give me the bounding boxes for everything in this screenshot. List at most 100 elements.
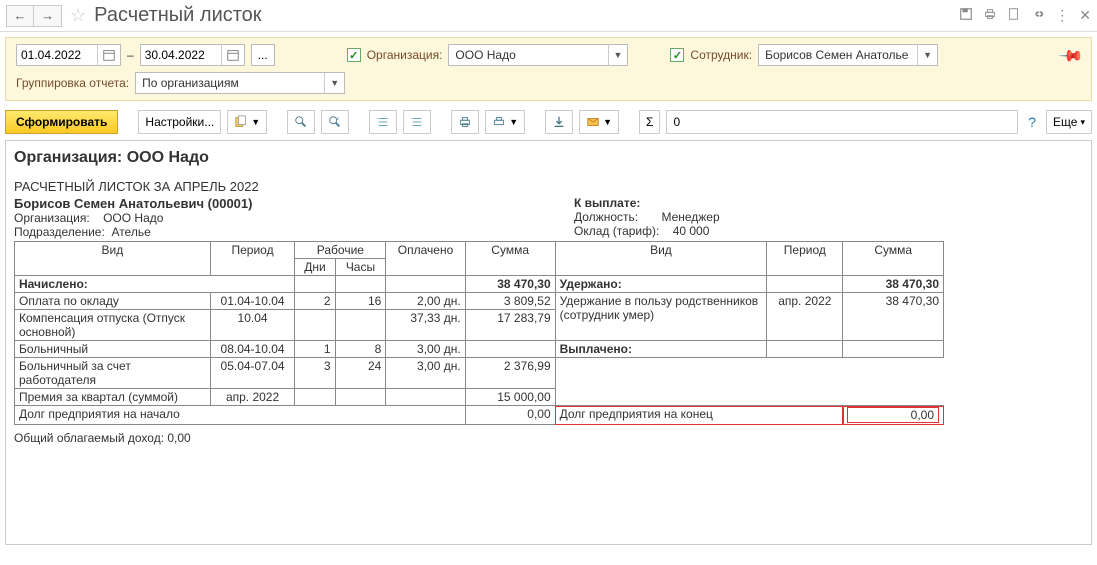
payslip-table: Вид Период Рабочие Оплачено Сумма Вид Пе… [14, 241, 944, 425]
debt-start-value: 0,00 [465, 406, 555, 425]
cell: Премия за квартал (суммой) [15, 389, 211, 406]
hdr-oplacheno: Оплачено [386, 242, 465, 276]
emp-select[interactable]: Борисов Семен Анатолье ▼ [758, 44, 938, 66]
table-header-row: Вид Период Рабочие Оплачено Сумма Вид Пе… [15, 242, 944, 259]
cell: 17 283,79 [465, 310, 555, 341]
cell: Компенсация отпуска (Отпуск основной) [15, 310, 211, 341]
variants-button[interactable]: ▼ [227, 110, 267, 134]
cell: Больничный за счет работодателя [15, 358, 211, 389]
employee-name: Борисов Семен Анатольевич (00001) [14, 196, 574, 211]
cell: 10.04 [210, 310, 295, 341]
window-title: Расчетный листок [94, 4, 261, 27]
group-select[interactable]: По организациям ▼ [135, 72, 345, 94]
hdr-rabochie: Рабочие [295, 242, 386, 259]
org-checkbox[interactable]: ✓ [347, 48, 361, 62]
emp-value: Борисов Семен Анатолье [765, 48, 917, 62]
period-picker-button[interactable]: ... [251, 44, 275, 66]
cell: 8 [335, 341, 386, 358]
chevron-down-icon[interactable]: ▼ [917, 45, 937, 65]
date-to-input[interactable] [140, 44, 245, 66]
filter-bar: 📌 – ... ✓ Организация: ООО Надо ▼ ✓ Сотр… [5, 37, 1092, 101]
salary-value: 40 000 [673, 224, 710, 238]
settings-label: Настройки... [145, 115, 214, 129]
salary-label: Оклад (тариф): [574, 224, 659, 238]
taxable-label: Общий облагаемый доход: [14, 431, 164, 445]
cell: 2 376,99 [465, 358, 555, 389]
cell: 3 [295, 358, 335, 389]
cell [295, 310, 335, 341]
document-icon[interactable] [1007, 7, 1021, 24]
org-select[interactable]: ООО Надо ▼ [448, 44, 628, 66]
print-menu-button[interactable]: ▼ [485, 110, 525, 134]
calendar-icon[interactable] [97, 45, 120, 65]
calendar-icon[interactable] [221, 45, 244, 65]
org-title: Организация: ООО Надо [14, 149, 1083, 167]
table-row: Больничный 08.04-10.04 1 8 3,00 дн. Выпл… [15, 341, 944, 358]
cell: апр. 2022 [210, 389, 295, 406]
accrued-total: 38 470,30 [465, 276, 555, 293]
form-button[interactable]: Сформировать [5, 110, 118, 134]
link-icon[interactable] [1031, 7, 1045, 24]
collapse-button[interactable] [403, 110, 431, 134]
back-button[interactable]: ← [6, 5, 34, 27]
cell [465, 341, 555, 358]
favorite-icon[interactable]: ☆ [70, 5, 86, 26]
taxable-value: 0,00 [167, 431, 190, 445]
hdr-vid-l: Вид [15, 242, 211, 276]
cell: Оплата по окладу [15, 293, 211, 310]
group-value: По организациям [142, 76, 324, 90]
pay-label: К выплате: [574, 196, 720, 210]
emp-checkbox[interactable]: ✓ [670, 48, 684, 62]
hdr-period-r: Период [767, 242, 843, 276]
more-button[interactable]: Еще ▾ [1046, 110, 1092, 134]
print-icon[interactable] [983, 7, 997, 24]
cell: Удержание в пользу родственников (сотруд… [555, 293, 767, 341]
cell: 3,00 дн. [386, 358, 465, 389]
date-to-field[interactable] [141, 48, 221, 62]
debt-end-cell: 0,00 [843, 406, 944, 425]
cell: 38 470,30 [843, 293, 944, 341]
window-header: ← → ☆ Расчетный листок ⋮ ✕ [0, 0, 1097, 32]
save-file-button[interactable] [545, 110, 573, 134]
close-icon[interactable]: ✕ [1079, 7, 1091, 24]
cell: Больничный [15, 341, 211, 358]
date-separator: – [127, 48, 134, 62]
info-org-value: ООО Надо [103, 211, 163, 225]
hdr-vid-r: Вид [555, 242, 767, 276]
hdr-summa-l: Сумма [465, 242, 555, 276]
email-button[interactable]: ▼ [579, 110, 619, 134]
print-button[interactable] [451, 110, 479, 134]
info-dept-label: Подразделение: [14, 225, 105, 239]
more-label: Еще [1053, 115, 1077, 129]
cell: 01.04-10.04 [210, 293, 295, 310]
find-next-button[interactable]: › [321, 110, 349, 134]
pos-label: Должность: [574, 210, 638, 224]
forward-button[interactable]: → [34, 5, 62, 27]
more-icon[interactable]: ⋮ [1055, 7, 1069, 24]
pos-value: Менеджер [661, 210, 719, 224]
sum-button[interactable]: Σ [639, 110, 660, 134]
toolbar: Сформировать Настройки... ▼ › ▼ ▼ Σ ? Ещ… [0, 106, 1097, 138]
cell: 2 [295, 293, 335, 310]
help-icon[interactable]: ? [1024, 114, 1040, 130]
info-org-label: Организация: [14, 211, 90, 225]
settings-button[interactable]: Настройки... [138, 110, 221, 134]
report-area: Организация: ООО Надо РАСЧЕТНЫЙ ЛИСТОК З… [5, 140, 1092, 545]
paid-label: Выплачено: [555, 341, 767, 358]
cell: 3,00 дн. [386, 341, 465, 358]
hdr-period-l: Период [210, 242, 295, 276]
find-button[interactable] [287, 110, 315, 134]
chevron-down-icon[interactable]: ▼ [324, 73, 344, 93]
org-value: ООО Надо [455, 48, 607, 62]
save-icon[interactable] [959, 7, 973, 24]
org-label: Организация: [367, 48, 443, 62]
cell: 37,33 дн. [386, 310, 465, 341]
hdr-summa-r: Сумма [843, 242, 944, 276]
expand-button[interactable] [369, 110, 397, 134]
debt-end-label: Долг предприятия на конец [555, 406, 843, 425]
date-from-field[interactable] [17, 48, 97, 62]
cell: апр. 2022 [767, 293, 843, 341]
sum-input[interactable] [666, 110, 1018, 134]
chevron-down-icon[interactable]: ▼ [608, 45, 628, 65]
date-from-input[interactable] [16, 44, 121, 66]
